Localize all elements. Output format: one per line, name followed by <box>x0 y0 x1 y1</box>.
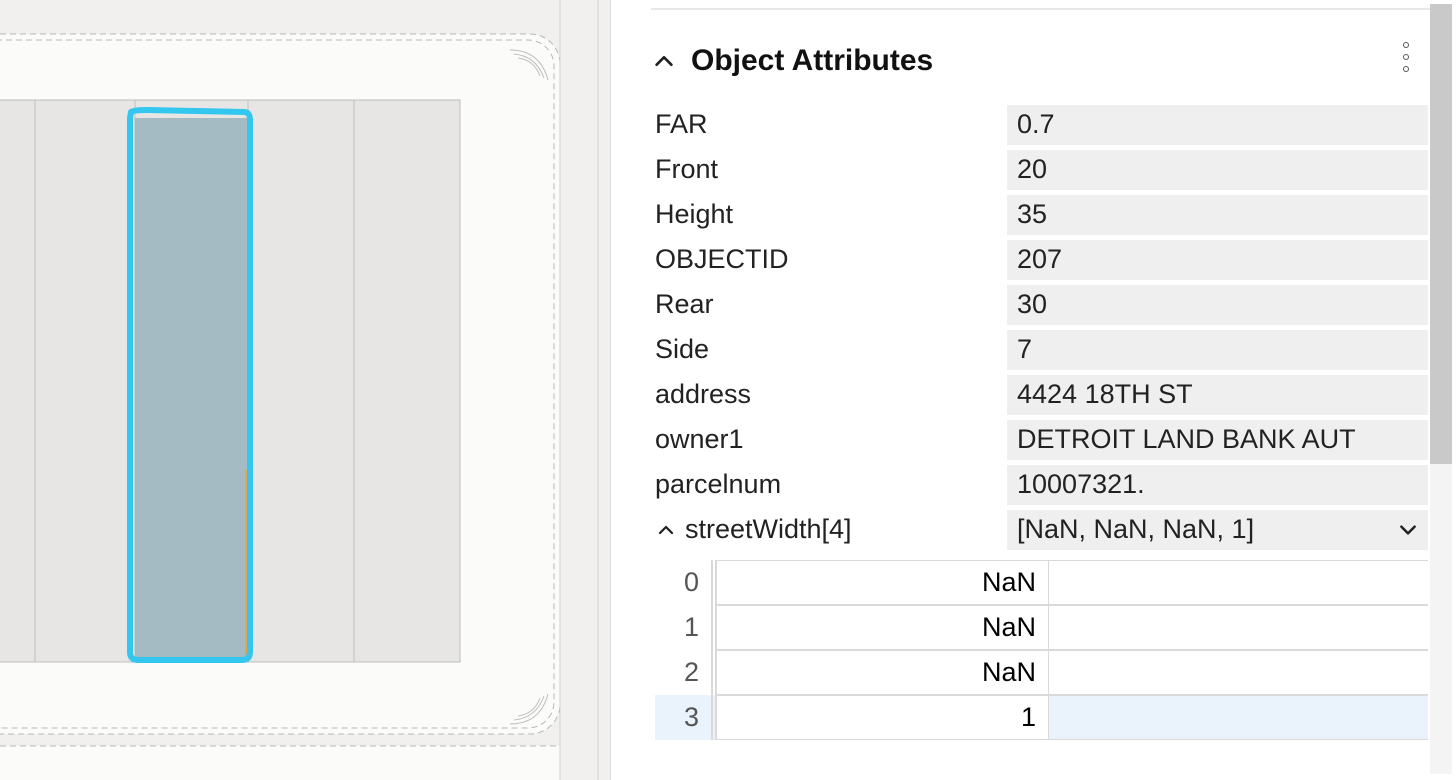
kebab-menu-icon[interactable] <box>1402 42 1410 72</box>
attr-label: FAR <box>651 109 1007 140</box>
section-title: Object Attributes <box>691 44 933 78</box>
array-gutter <box>1049 605 1428 650</box>
array-gutter <box>1049 695 1428 740</box>
vertical-scrollbar[interactable] <box>1430 4 1452 774</box>
array-summary-field[interactable]: [NaN, NaN, NaN, 1] <box>1007 510 1428 550</box>
attr-row: FAR 0.7 <box>651 102 1428 147</box>
array-index: 3 <box>655 695 713 740</box>
attr-value[interactable]: 207 <box>1007 240 1428 280</box>
array-value[interactable]: NaN <box>715 650 1049 695</box>
attr-label: Front <box>651 154 1007 185</box>
array-index: 2 <box>655 650 713 695</box>
attribute-list: FAR 0.7 Front 20 Height 35 OBJECTID 207 … <box>651 98 1440 552</box>
attr-label: owner1 <box>651 424 1007 455</box>
attr-value[interactable]: 7 <box>1007 330 1428 370</box>
array-gutter <box>1049 650 1428 695</box>
chevron-down-icon <box>1394 520 1422 540</box>
array-row-item[interactable]: 3 1 <box>655 695 1428 740</box>
inspector-panel: Object Attributes FAR 0.7 Front 20 Heigh… <box>610 0 1456 780</box>
attr-row: address 4424 18TH ST <box>651 372 1428 417</box>
attr-label: OBJECTID <box>651 244 1007 275</box>
chevron-up-icon <box>655 521 677 539</box>
attr-value[interactable]: 0.7 <box>1007 105 1428 145</box>
array-row-item[interactable]: 2 NaN <box>655 650 1428 695</box>
section-header-object-attributes[interactable]: Object Attributes <box>651 8 1440 98</box>
attr-row: Side 7 <box>651 327 1428 372</box>
attr-row: Height 35 <box>651 192 1428 237</box>
attr-label: Height <box>651 199 1007 230</box>
attr-value[interactable]: DETROIT LAND BANK AUT <box>1007 420 1428 460</box>
viewport-canvas <box>0 0 610 780</box>
array-index: 0 <box>655 560 713 605</box>
attr-row: OBJECTID 207 <box>651 237 1428 282</box>
array-summary-text: [NaN, NaN, NaN, 1] <box>1017 514 1394 545</box>
attr-label: parcelnum <box>651 469 1007 500</box>
attr-label: address <box>651 379 1007 410</box>
chevron-up-icon <box>651 48 677 74</box>
array-index: 1 <box>655 605 713 650</box>
attr-row-array: streetWidth[4] [NaN, NaN, NaN, 1] <box>651 507 1428 552</box>
attr-row: parcelnum 10007321. <box>651 462 1428 507</box>
attr-value[interactable]: 10007321. <box>1007 465 1428 505</box>
viewport-3d[interactable] <box>0 0 610 780</box>
array-table: 0 NaN 1 NaN 2 NaN 3 1 <box>655 560 1428 740</box>
app-root: Object Attributes FAR 0.7 Front 20 Heigh… <box>0 0 1456 780</box>
attr-value[interactable]: 30 <box>1007 285 1428 325</box>
attr-row: Rear 30 <box>651 282 1428 327</box>
array-value[interactable]: NaN <box>715 560 1049 605</box>
array-gutter <box>1049 560 1428 605</box>
attr-row: owner1 DETROIT LAND BANK AUT <box>651 417 1428 462</box>
attr-value[interactable]: 4424 18TH ST <box>1007 375 1428 415</box>
attr-label: Side <box>651 334 1007 365</box>
array-value[interactable]: NaN <box>715 605 1049 650</box>
scrollbar-thumb[interactable] <box>1430 4 1452 464</box>
attr-value[interactable]: 35 <box>1007 195 1428 235</box>
array-value[interactable]: 1 <box>715 695 1049 740</box>
attr-label-array[interactable]: streetWidth[4] <box>651 514 1007 545</box>
attr-label: Rear <box>651 289 1007 320</box>
array-row-item[interactable]: 1 NaN <box>655 605 1428 650</box>
attr-row: Front 20 <box>651 147 1428 192</box>
array-row-item[interactable]: 0 NaN <box>655 560 1428 605</box>
attr-value[interactable]: 20 <box>1007 150 1428 190</box>
attr-label-text: streetWidth[4] <box>685 514 852 545</box>
